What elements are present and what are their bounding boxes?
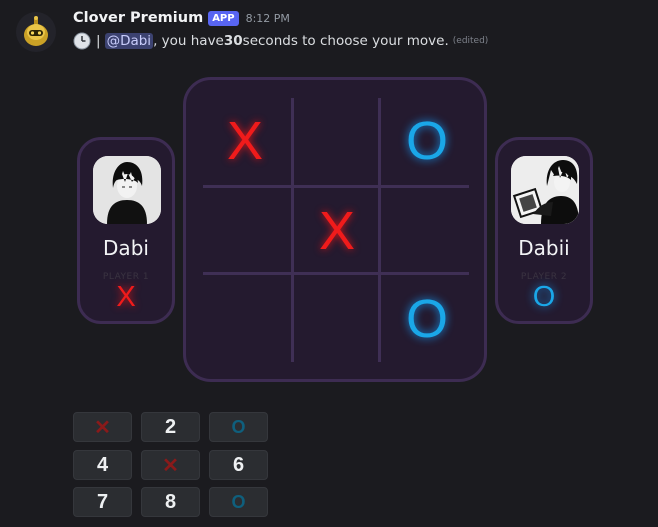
player-card-2: Dabii PLAYER 2 O (495, 137, 593, 324)
message-text-post: seconds to choose your move. (242, 33, 449, 49)
seconds-value: 30 (223, 33, 243, 49)
move-button-7[interactable]: 7 (73, 487, 132, 517)
board-cell-6 (384, 188, 470, 274)
board-cell-3: O (405, 111, 448, 171)
bot-avatar[interactable] (16, 12, 56, 52)
button-label: 4 (96, 453, 109, 476)
button-label: 2 (164, 415, 177, 438)
move-button-8[interactable]: 8 (141, 487, 200, 517)
board-cell-5: X (318, 201, 356, 261)
button-label: 7 (96, 490, 109, 513)
move-button-9[interactable]: O (209, 487, 268, 517)
robot-mascot-icon (24, 16, 48, 46)
message-timestamp: 8:12 PM (245, 11, 290, 25)
player-card-1: Dabi PLAYER 1 X (77, 137, 175, 324)
player-2-avatar (511, 156, 579, 224)
game-board: X O X O (183, 77, 487, 382)
character-holding-photo-avatar-icon (511, 156, 579, 224)
player-1-avatar (93, 156, 161, 224)
clock-icon (73, 32, 91, 50)
message-header: Clover Premium APP 8:12 PM (73, 10, 290, 26)
move-button-4[interactable]: 4 (73, 450, 132, 480)
board-cell-9: O (405, 289, 448, 349)
edited-tag: (edited) (452, 36, 489, 46)
board-cell-8 (294, 276, 380, 362)
player-1-mark: X (116, 281, 136, 313)
player-2-mark: O (532, 281, 556, 313)
board-cell-1: X (226, 111, 264, 171)
user-mention[interactable]: @Dabi (104, 33, 154, 49)
board-cell-4 (202, 188, 288, 274)
button-label: ✕ (162, 454, 179, 477)
player-1-name: Dabi (103, 236, 149, 260)
button-label: ✕ (94, 416, 111, 439)
button-label: 8 (164, 490, 177, 513)
button-label: O (231, 416, 246, 437)
button-label: O (231, 491, 246, 512)
message-text-pre: , you have (153, 33, 224, 49)
board-cell-2 (294, 98, 380, 184)
player-2-name: Dabii (518, 236, 570, 260)
move-button-3[interactable]: O (209, 412, 268, 442)
dark-haired-character-avatar-icon (93, 156, 161, 224)
move-button-1[interactable]: ✕ (73, 412, 132, 442)
app-badge: APP (208, 10, 239, 26)
separator: | (96, 33, 101, 49)
move-button-2[interactable]: 2 (141, 412, 200, 442)
button-label: 6 (232, 453, 245, 476)
message-content: | @Dabi , you have 30 seconds to choose … (73, 32, 488, 50)
board-cell-7 (202, 276, 288, 362)
move-button-6[interactable]: 6 (209, 450, 268, 480)
move-button-5[interactable]: ✕ (141, 450, 200, 480)
author-name[interactable]: Clover Premium (73, 10, 203, 26)
